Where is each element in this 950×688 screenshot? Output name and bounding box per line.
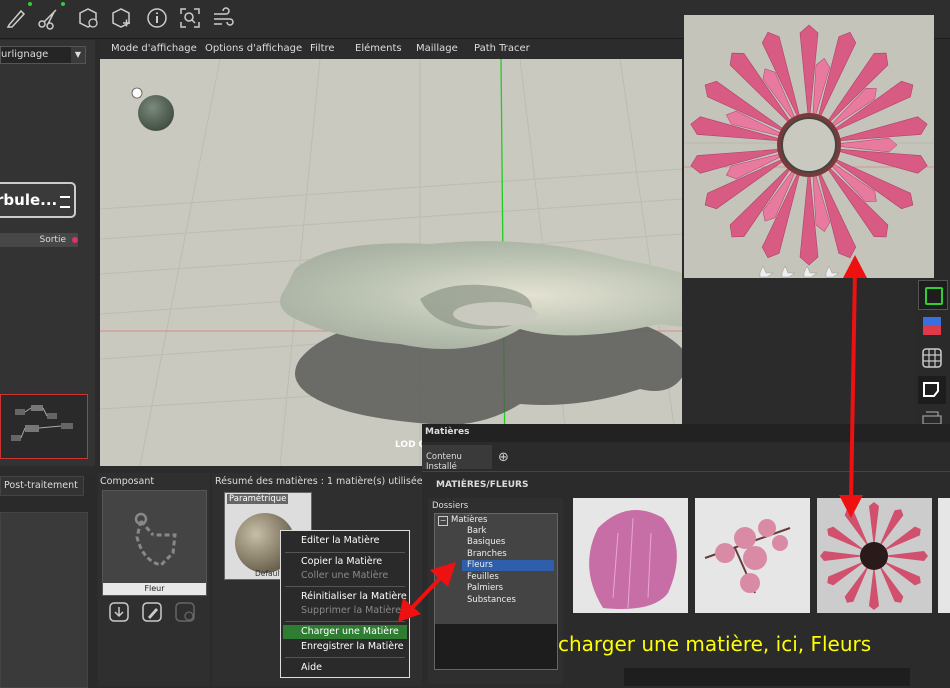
annotation-text: charger une matière, ici, Fleurs xyxy=(558,632,872,656)
annotation-arrows xyxy=(398,255,867,622)
